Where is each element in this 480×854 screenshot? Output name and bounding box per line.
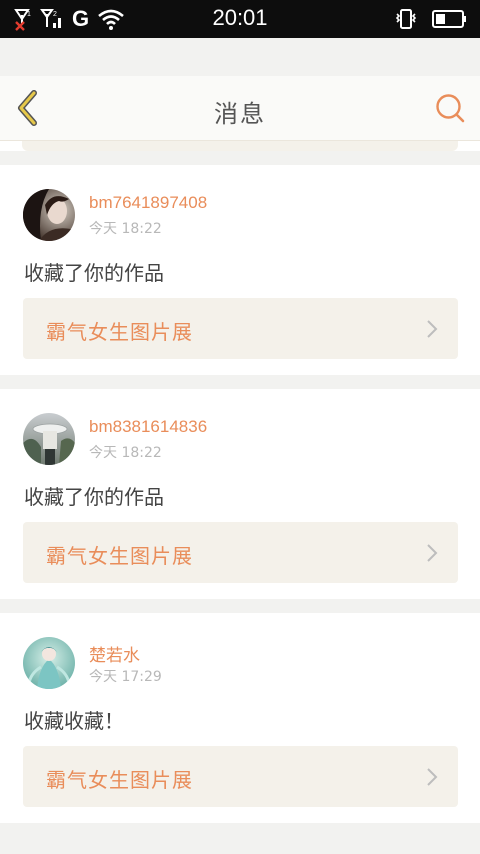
status-right [394,6,468,32]
message-card: bm8381614836 今天 18:22 收藏了你的作品 霸气女生图片展 [0,389,480,599]
message-text: 收藏了你的作品 [24,485,164,509]
message-card: 楚若水 今天 17:29 收藏收藏！ 霸气女生图片展 [0,613,480,823]
timestamp: 今天 18:22 [89,445,162,461]
username-link[interactable]: 楚若水 [89,641,140,666]
hat-figure-avatar-icon [23,413,75,465]
battery-icon [432,10,466,28]
message-feed[interactable]: bm7641897408 今天 18:22 收藏了你的作品 霸气女生图片展 bm… [0,141,480,823]
page-title: 消息 [214,100,266,128]
previous-card-edge [0,141,480,151]
timestamp: 今天 18:22 [89,221,162,237]
dark-portrait-avatar-icon [23,189,75,241]
chevron-right-icon [427,768,438,786]
avatar[interactable] [23,189,75,241]
avatar[interactable] [23,413,75,465]
teal-anime-avatar-icon [23,637,75,689]
chevron-right-icon [427,320,438,338]
search-icon[interactable] [434,92,466,124]
message-text: 收藏了你的作品 [24,261,164,285]
username-link[interactable]: bm7641897408 [89,193,207,213]
timestamp: 今天 17:29 [89,669,162,685]
work-link-button[interactable]: 霸气女生图片展 [23,522,458,583]
work-link-button[interactable]: 霸气女生图片展 [23,746,458,807]
previous-work-link-edge [22,141,458,151]
vibrate-icon [395,9,417,29]
status-bar: 1 2 G 20:01 [0,0,480,38]
work-title: 霸气女生图片展 [46,320,193,344]
avatar[interactable] [23,637,75,689]
chevron-right-icon [427,544,438,562]
nav-header: 消息 [0,76,480,141]
work-title: 霸气女生图片展 [46,544,193,568]
username-link[interactable]: bm8381614836 [89,417,207,437]
work-title: 霸气女生图片展 [46,768,193,792]
message-text: 收藏收藏！ [24,709,124,733]
work-link-button[interactable]: 霸气女生图片展 [23,298,458,359]
message-card: bm7641897408 今天 18:22 收藏了你的作品 霸气女生图片展 [0,165,480,375]
